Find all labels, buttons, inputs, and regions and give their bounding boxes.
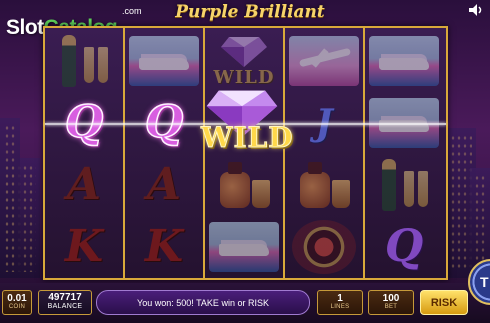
symbol-yacht <box>365 30 443 92</box>
letter-q: Q <box>384 221 424 272</box>
reel-5: Q <box>365 28 446 278</box>
perfume-icon <box>294 158 354 212</box>
balance-display: 497717 BALANCE <box>38 290 92 315</box>
yacht-icon <box>129 36 199 86</box>
logo-com-text: .com <box>122 6 142 16</box>
coin-selector[interactable]: 0.01 COIN <box>2 290 32 315</box>
lines-label: LINES <box>330 303 350 310</box>
lines-value: 1 <box>337 292 343 304</box>
jewel-icon <box>292 220 356 274</box>
bet-value: 100 <box>382 292 400 304</box>
wild-label: WILD <box>213 66 275 88</box>
symbol-a: A <box>45 154 123 216</box>
yacht-icon <box>369 36 439 86</box>
win-message: You won: 500! TAKE win or RISK <box>96 290 310 315</box>
symbol-k: K <box>45 216 123 278</box>
coin-value: 0.01 <box>7 292 27 304</box>
wild-symbol-highlight: WILD <box>199 87 293 163</box>
bet-label: BET <box>384 303 398 310</box>
letter-a: A <box>146 159 182 210</box>
symbol-champagne <box>365 154 443 216</box>
logo-slot-text: Slot <box>6 16 44 39</box>
coin-label: COIN <box>8 303 26 310</box>
symbol-wild: WILD <box>205 30 283 92</box>
big-wild-label: WILD <box>201 121 294 155</box>
letter-k: K <box>144 221 184 272</box>
symbol-k: K <box>125 216 203 278</box>
balance-value: 497717 <box>48 292 82 304</box>
symbol-jewel <box>285 216 363 278</box>
symbol-yacht <box>205 216 283 278</box>
letter-k: K <box>64 221 104 272</box>
bet-selector[interactable]: 100 BET <box>368 290 414 315</box>
symbol-champagne <box>45 30 123 92</box>
symbol-a: A <box>125 154 203 216</box>
symbol-plane <box>285 30 363 92</box>
champagne-icon <box>54 33 114 89</box>
reel-1: Q A K <box>45 28 125 278</box>
symbol-q: Q <box>365 216 443 278</box>
symbol-perfume <box>205 154 283 216</box>
champagne-icon <box>374 157 434 213</box>
symbol-yacht <box>125 30 203 92</box>
yacht-icon <box>209 222 279 272</box>
letter-a: A <box>66 159 102 210</box>
lines-selector[interactable]: 1 LINES <box>317 290 363 315</box>
perfume-icon <box>214 158 274 212</box>
game-title: Purple Brilliant <box>175 2 325 22</box>
risk-button[interactable]: RISK <box>420 290 468 315</box>
diamond-icon <box>221 35 267 67</box>
plane-icon <box>289 36 359 86</box>
symbol-perfume <box>285 154 363 216</box>
reel-2: Q A K <box>125 28 205 278</box>
reel-4: J <box>285 28 365 278</box>
balance-label: BALANCE <box>47 303 83 311</box>
speaker-icon[interactable] <box>468 3 484 17</box>
